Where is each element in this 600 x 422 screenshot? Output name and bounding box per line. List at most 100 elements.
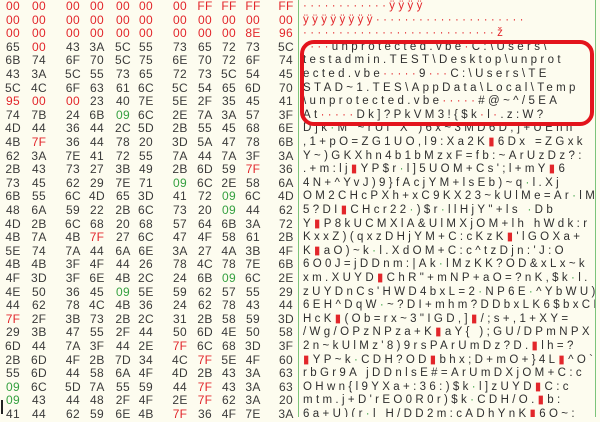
hex-byte[interactable]: 4B: [65, 231, 80, 245]
hex-byte[interactable]: 43: [32, 394, 46, 408]
hex-byte[interactable]: 4D: [172, 367, 188, 381]
hex-byte[interactable]: 6C: [138, 231, 154, 245]
hex-byte[interactable]: 6F: [246, 54, 261, 68]
hex-byte[interactable]: 41: [173, 190, 187, 204]
hex-byte[interactable]: 62: [279, 203, 293, 218]
hex-byte[interactable]: 29: [6, 326, 20, 340]
hex-byte[interactable]: 2E: [172, 108, 187, 123]
hex-byte[interactable]: 29: [279, 285, 293, 300]
hex-byte[interactable]: 09: [173, 176, 187, 191]
hex-byte[interactable]: 73: [198, 67, 212, 82]
hex-byte[interactable]: 2B: [172, 163, 187, 177]
hex-byte[interactable]: 2B: [5, 163, 20, 177]
hex-byte[interactable]: 3F: [279, 108, 294, 123]
hex-byte[interactable]: 55: [32, 190, 46, 204]
hex-byte[interactable]: 78: [222, 299, 236, 313]
hex-byte[interactable]: 60: [279, 353, 293, 368]
hex-byte[interactable]: 44: [198, 149, 212, 164]
hex-byte[interactable]: 4D: [5, 122, 21, 136]
hex-byte[interactable]: 62: [198, 299, 212, 313]
hex-byte[interactable]: 44: [279, 299, 293, 313]
hex-byte[interactable]: 35: [222, 95, 236, 109]
hex-byte[interactable]: 50: [173, 326, 187, 340]
hex-byte[interactable]: 48: [6, 203, 20, 218]
hex-byte[interactable]: 3A: [172, 244, 187, 259]
hex-byte[interactable]: 44: [246, 203, 260, 218]
hex-byte[interactable]: 20: [198, 203, 212, 218]
hex-byte[interactable]: 6D: [31, 367, 47, 381]
hex-byte[interactable]: 7A: [197, 108, 212, 123]
hex-byte[interactable]: 44: [32, 339, 46, 354]
hex-byte[interactable]: 5C: [115, 40, 131, 55]
hex-byte[interactable]: 43: [222, 367, 236, 381]
hex-byte[interactable]: 20: [116, 217, 130, 232]
hex-byte[interactable]: 7A: [65, 339, 80, 354]
hex-byte[interactable]: 4F: [198, 231, 213, 245]
hex-byte[interactable]: 4D: [5, 217, 21, 232]
hex-byte[interactable]: 3A: [245, 394, 260, 408]
hex-byte[interactable]: 00: [32, 27, 46, 41]
hex-byte[interactable]: 54: [246, 67, 260, 82]
hex-byte[interactable]: 6C: [65, 217, 81, 232]
hex-byte[interactable]: 44: [173, 380, 187, 395]
hex-byte[interactable]: 68: [222, 339, 236, 354]
hex-byte[interactable]: 7A: [172, 149, 187, 164]
hex-byte[interactable]: 6A: [115, 367, 130, 381]
hex-byte[interactable]: 27: [90, 163, 104, 177]
hex-byte[interactable]: FF: [197, 0, 212, 14]
hex-byte[interactable]: 6E: [115, 407, 130, 422]
hex-byte[interactable]: 36: [66, 135, 80, 150]
hex-byte[interactable]: 7B: [31, 108, 46, 123]
hex-byte[interactable]: 5D: [65, 380, 81, 395]
hex-byte[interactable]: 00: [246, 13, 260, 28]
hex-byte[interactable]: 6D: [31, 353, 47, 368]
hex-byte[interactable]: 2B: [278, 231, 293, 245]
hex-byte[interactable]: 4F: [222, 407, 237, 422]
hex-byte[interactable]: 73: [116, 67, 130, 82]
hex-byte[interactable]: 59: [139, 380, 153, 395]
hex-byte[interactable]: 62: [66, 407, 80, 422]
hex-byte[interactable]: 3F: [246, 149, 261, 164]
hex-byte[interactable]: 74: [6, 108, 20, 123]
hex-byte[interactable]: 68: [90, 217, 104, 232]
hex-byte[interactable]: 20: [279, 394, 293, 408]
hex-byte[interactable]: 4F: [279, 244, 294, 259]
hex-byte[interactable]: 6C: [197, 176, 213, 191]
hex-byte[interactable]: 6C: [138, 81, 154, 96]
hex-byte[interactable]: 4A: [221, 244, 236, 259]
hex-byte[interactable]: 2F: [116, 326, 131, 340]
hex-byte[interactable]: 57: [246, 108, 260, 123]
hex-byte[interactable]: 3D: [31, 271, 47, 286]
hex-byte[interactable]: 00: [32, 0, 46, 14]
hex-byte[interactable]: 50: [246, 326, 260, 340]
hex-byte[interactable]: 7F: [173, 407, 188, 422]
hex-byte[interactable]: 2C: [138, 271, 154, 286]
hex-byte[interactable]: 34: [139, 353, 153, 368]
hex-byte[interactable]: 2B: [31, 217, 46, 232]
hex-byte[interactable]: 6D: [197, 326, 213, 340]
hex-byte[interactable]: 6C: [245, 190, 261, 204]
hex-byte[interactable]: 45: [32, 176, 46, 191]
hex-byte[interactable]: 3F: [66, 271, 81, 286]
hex-byte[interactable]: 65: [116, 190, 130, 204]
hex-byte[interactable]: 63: [90, 81, 104, 96]
hex-byte[interactable]: 95: [6, 95, 20, 109]
hex-byte[interactable]: 44: [116, 258, 130, 272]
hex-byte[interactable]: 2E: [172, 394, 187, 408]
hex-byte[interactable]: 00: [90, 13, 104, 28]
hex-byte[interactable]: 3F: [279, 339, 294, 354]
hex-byte[interactable]: 4B: [115, 271, 130, 286]
hex-byte[interactable]: 73: [173, 40, 187, 55]
hex-byte[interactable]: 6E: [278, 122, 293, 136]
hex-byte[interactable]: 4B: [5, 231, 20, 245]
hex-byte[interactable]: 3B: [65, 312, 80, 327]
hex-byte[interactable]: 00: [90, 27, 104, 41]
hex-byte[interactable]: 6C: [138, 203, 154, 218]
hex-byte[interactable]: 6C: [31, 380, 47, 395]
hex-byte[interactable]: 55: [6, 367, 20, 381]
hex-byte[interactable]: 7A: [65, 244, 80, 259]
hex-byte[interactable]: FF: [221, 0, 236, 14]
hex-byte[interactable]: 7F: [173, 339, 188, 354]
hex-byte[interactable]: 3F: [90, 339, 105, 354]
hex-byte[interactable]: 00: [279, 13, 293, 28]
